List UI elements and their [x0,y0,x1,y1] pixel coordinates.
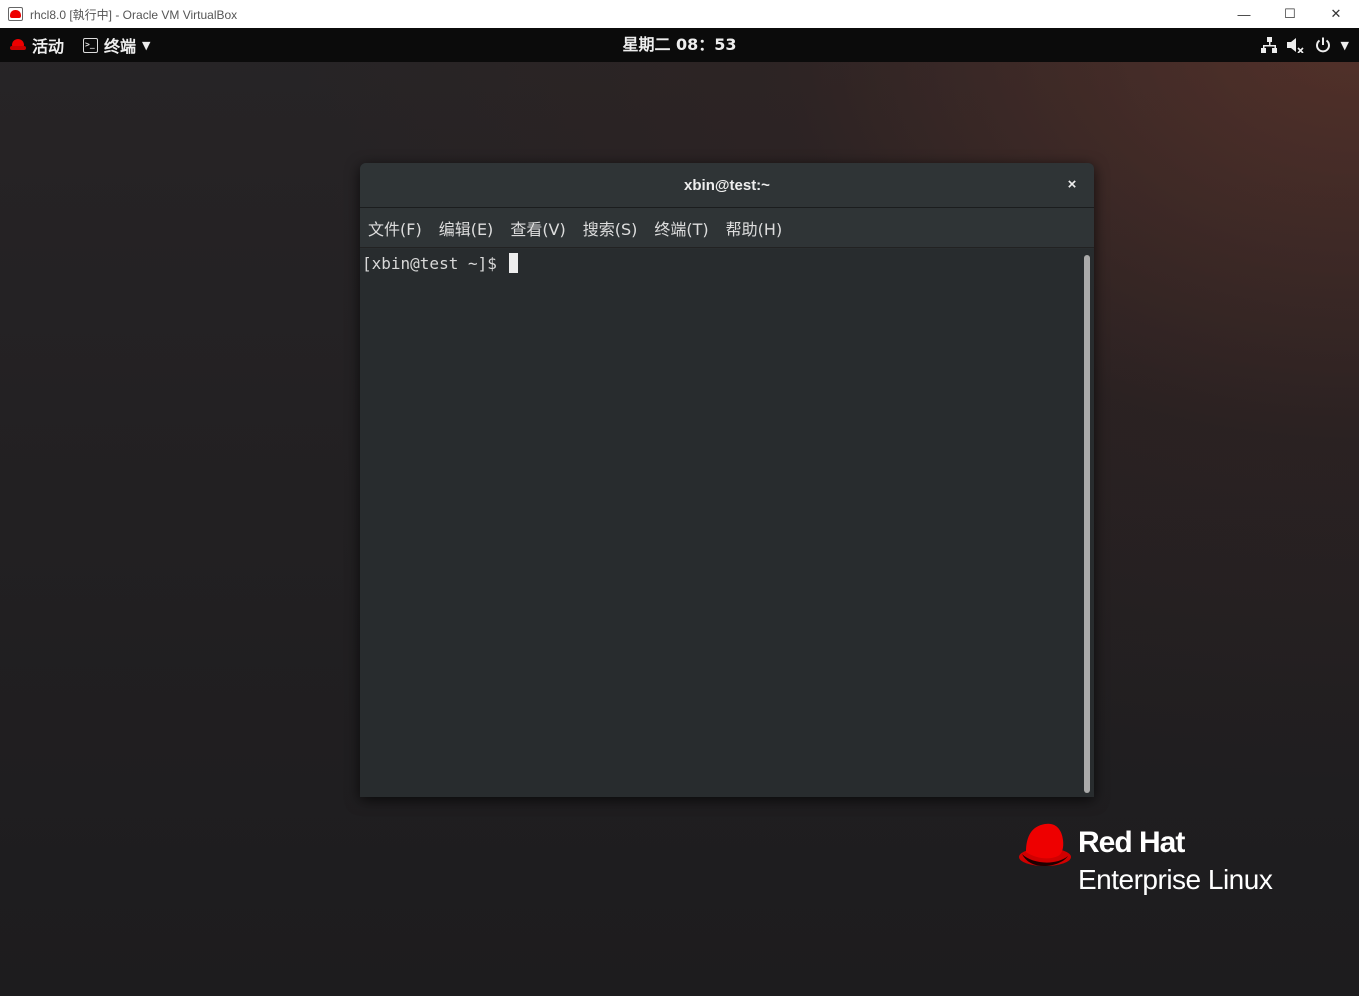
terminal-headerbar[interactable]: xbin@test:~ × [360,163,1094,208]
terminal-close-button[interactable]: × [1062,175,1082,195]
terminal-body[interactable]: [xbin@test ~]$ [360,249,1094,797]
redhat-logo: Red Hat Enterprise Linux [1018,818,1298,908]
host-window-title: rhcl8.0 [執行中] - Oracle VM VirtualBox [30,7,238,22]
minimize-button[interactable]: — [1221,0,1267,28]
terminal-scrollbar[interactable] [1084,255,1090,793]
guest-desktop: 活动 >_ 终端 ▼ 星期二 08：53 ▼ xbin@test:~ × 文件(… [0,28,1359,996]
redhat-wordmark: Red Hat [1078,826,1185,859]
maximize-button[interactable]: ☐ [1267,0,1313,28]
menu-view[interactable]: 查看(V) [510,216,565,240]
menu-terminal[interactable]: 终端(T) [654,216,708,240]
host-window-controls: — ☐ ✕ [1221,0,1359,28]
menu-search[interactable]: 搜索(S) [583,216,638,240]
volume-icon [1286,38,1304,53]
shell-prompt: [xbin@test ~]$ [362,253,507,273]
host-titlebar: rhcl8.0 [執行中] - Oracle VM VirtualBox — ☐… [0,0,1359,28]
menu-edit[interactable]: 编辑(E) [439,216,494,240]
terminal-menubar: 文件(F) 编辑(E) 查看(V) 搜索(S) 终端(T) 帮助(H) [360,208,1094,248]
menu-file[interactable]: 文件(F) [368,216,422,240]
system-status-menu[interactable]: ▼ [1260,28,1349,62]
redhat-hat-icon [1019,823,1071,866]
terminal-window[interactable]: xbin@test:~ × 文件(F) 编辑(E) 查看(V) 搜索(S) 终端… [360,163,1094,797]
text-cursor [508,253,518,273]
network-icon [1260,37,1277,53]
gnome-top-bar: 活动 >_ 终端 ▼ 星期二 08：53 ▼ [0,28,1359,62]
terminal-title: xbin@test:~ [684,176,770,194]
host-close-button[interactable]: ✕ [1313,0,1359,28]
chevron-down-icon: ▼ [1340,38,1349,52]
power-icon [1315,37,1330,53]
virtualbox-vm-icon [8,6,24,22]
menu-help[interactable]: 帮助(H) [726,216,783,240]
prompt-line: [xbin@test ~]$ [362,253,518,273]
enterprise-linux-wordmark: Enterprise Linux [1078,864,1273,895]
clock[interactable]: 星期二 08：53 [0,28,1359,62]
